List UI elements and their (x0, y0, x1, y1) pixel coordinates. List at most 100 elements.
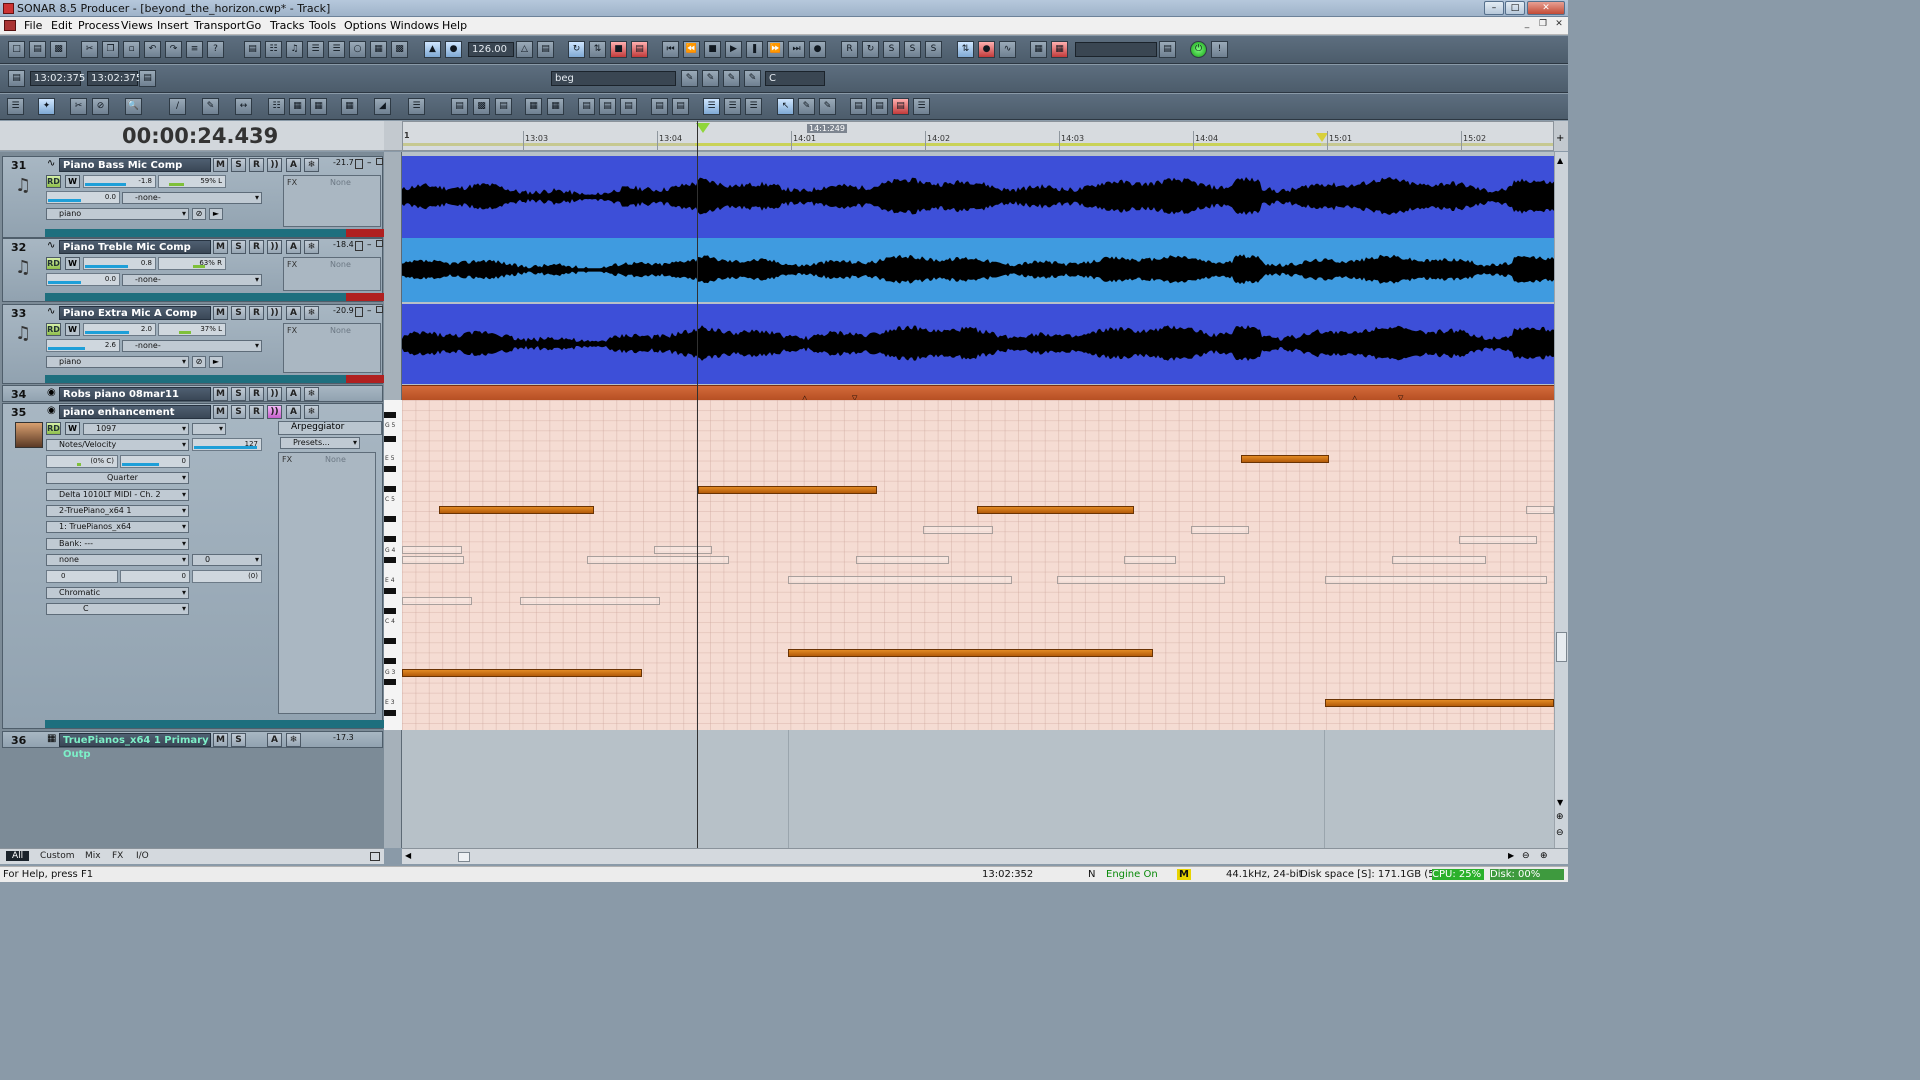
midi-note[interactable] (439, 506, 594, 514)
menu-go[interactable]: Go (246, 19, 261, 32)
solo-button[interactable]: S (231, 405, 246, 419)
staff-view-icon[interactable]: ♫ (286, 41, 303, 58)
mdi-minimize-icon[interactable]: _ (1520, 19, 1534, 31)
record-arm-button[interactable]: R (249, 240, 264, 254)
automation-record-icon[interactable]: ● (978, 41, 995, 58)
zoom-in-h-icon[interactable]: ⊕ (1540, 851, 1548, 861)
trim-slider[interactable]: 0.0 (46, 191, 120, 204)
automation-button[interactable]: A (286, 306, 301, 320)
selection-end-field[interactable]: 13:02:375 (87, 71, 142, 86)
menu-tracks[interactable]: Tracks (270, 19, 305, 32)
loop-icon[interactable]: ↻ (568, 41, 585, 58)
pan-value-slider[interactable]: 0 (120, 455, 190, 468)
menu-tools[interactable]: Tools (309, 19, 336, 32)
midi-note[interactable] (977, 506, 1134, 514)
marker-go-icon[interactable]: ▤ (1159, 41, 1176, 58)
record-arm-button[interactable]: R (249, 158, 264, 172)
input-echo-button[interactable]: )) (267, 387, 282, 401)
scroll-right-icon[interactable]: ▶ (1508, 851, 1514, 860)
punch-settings-icon[interactable]: ▤ (631, 41, 648, 58)
midi-channel-dropdown[interactable]: 1: TruePianos_x64 (46, 521, 189, 533)
tap-tempo-icon[interactable]: △ (516, 41, 533, 58)
pan-slider[interactable]: 63% R (158, 257, 226, 270)
midi-note[interactable] (1241, 455, 1329, 463)
midi-note[interactable] (402, 669, 642, 677)
view-option-a-icon[interactable]: ▤ (651, 98, 668, 115)
selection-start-field[interactable]: 13:02:375 (30, 71, 85, 86)
doc-icon[interactable] (4, 20, 16, 31)
menu-edit[interactable]: Edit (51, 19, 72, 32)
fit-tracks-icon[interactable]: ▤ (451, 98, 468, 115)
grid-setting-icon[interactable]: ▤ (871, 98, 888, 115)
audio-engine-icon[interactable]: ⏻ (1190, 41, 1207, 58)
automation-button[interactable]: A (286, 387, 301, 401)
piano-roll-view-icon[interactable]: ☷ (265, 41, 282, 58)
clips-pane[interactable]: △ ▽ △ ▽ (402, 152, 1554, 848)
horizontal-scrollbar[interactable]: ◀ ▶ ⊖ ⊕ (402, 848, 1568, 864)
vertical-scrollbar[interactable]: ▲ ▼ ⊕ ⊖ (1554, 152, 1568, 848)
menu-insert[interactable]: Insert (157, 19, 189, 32)
loop-settings-icon[interactable]: ⇅ (589, 41, 606, 58)
mute-button[interactable]: M (213, 240, 228, 254)
freehand-tool-icon[interactable]: ✎ (744, 70, 761, 87)
track-name[interactable]: Piano Treble Mic Comp (59, 240, 211, 254)
freeze-button[interactable]: ❄ (304, 405, 319, 419)
menu-process[interactable]: Process (78, 19, 120, 32)
play-icon[interactable]: ▶ (725, 41, 742, 58)
track-view-icon[interactable]: ▤ (244, 41, 261, 58)
markers-icon[interactable]: ▦ (1030, 41, 1047, 58)
bank-dropdown[interactable]: Bank: --- (46, 538, 189, 550)
audio-clip-32[interactable] (402, 238, 1554, 302)
menu-windows[interactable]: Windows (390, 19, 439, 32)
midi-output-dropdown[interactable]: 2-TruePiano_x64 1 (46, 505, 189, 517)
help-icon[interactable]: ? (207, 41, 224, 58)
tab-custom[interactable]: Custom (34, 851, 80, 861)
show-all-icon[interactable]: ▤ (495, 98, 512, 115)
send-dropdown[interactable]: -none- (122, 340, 262, 352)
time-offset-field[interactable]: 0 (46, 570, 118, 583)
punch-icon[interactable]: ■ (610, 41, 627, 58)
tab-options-icon[interactable] (370, 852, 380, 861)
minimize-track-icon[interactable]: – (367, 240, 372, 250)
line-tool-icon[interactable]: ✎ (702, 70, 719, 87)
mute-button[interactable]: M (213, 306, 228, 320)
track-strip-33[interactable]: 33 ∿ Piano Extra Mic A Comp M S R )) A ❄… (2, 304, 384, 384)
meter-options-icon[interactable] (355, 307, 363, 317)
freeze-button[interactable]: ❄ (304, 306, 319, 320)
mdi-restore-icon[interactable]: ❐ (1536, 19, 1550, 31)
volume-slider[interactable]: -1.8 (83, 175, 156, 188)
zoom-out-icon[interactable]: ⊖ (1556, 828, 1564, 838)
write-button[interactable]: W (65, 175, 80, 188)
mute-button[interactable]: M (213, 405, 228, 419)
undo-icon[interactable]: ↶ (144, 41, 161, 58)
menu-transport[interactable]: Transport (194, 19, 246, 32)
pointer-tool-icon[interactable]: ↖ (777, 98, 794, 115)
velocity-offset-slider[interactable]: 0 (120, 570, 190, 583)
layers-icon[interactable]: ☰ (408, 98, 425, 115)
console-view-icon[interactable]: ☰ (307, 41, 324, 58)
app-icon[interactable] (3, 3, 14, 14)
rd-button[interactable]: RD (46, 257, 61, 270)
loop-construction-icon[interactable]: ○ (349, 41, 366, 58)
go-to-start-icon[interactable]: ⏮ (662, 41, 679, 58)
solo-button[interactable]: S (231, 158, 246, 172)
meter-options-icon[interactable] (355, 159, 363, 169)
write-button[interactable]: W (65, 257, 80, 270)
grid-icon[interactable]: ▦ (310, 98, 327, 115)
snap-s1-icon[interactable]: S (883, 41, 900, 58)
step-record-icon[interactable]: ▤ (892, 98, 909, 115)
reset-midi-icon[interactable]: ! (1211, 41, 1228, 58)
record-arm-button[interactable]: R (249, 387, 264, 401)
solo-button[interactable]: S (231, 387, 246, 401)
input-dropdown[interactable]: piano (46, 356, 189, 368)
cut-icon[interactable]: ✂ (81, 41, 98, 58)
pencil-tool-icon[interactable]: ✎ (681, 70, 698, 87)
snap-s3-icon[interactable]: S (925, 41, 942, 58)
phase-icon[interactable]: ⊘ (192, 208, 206, 220)
track-strip-32[interactable]: 32 ∿ Piano Treble Mic Comp M S R )) A ❄ … (2, 238, 384, 302)
tab-mix[interactable]: Mix (79, 851, 107, 861)
tab-all[interactable]: All (6, 851, 30, 861)
tab-fx[interactable]: FX (106, 851, 129, 861)
input-monitor-icon[interactable]: ↻ (862, 41, 879, 58)
send-dropdown[interactable]: -none- (122, 192, 262, 204)
